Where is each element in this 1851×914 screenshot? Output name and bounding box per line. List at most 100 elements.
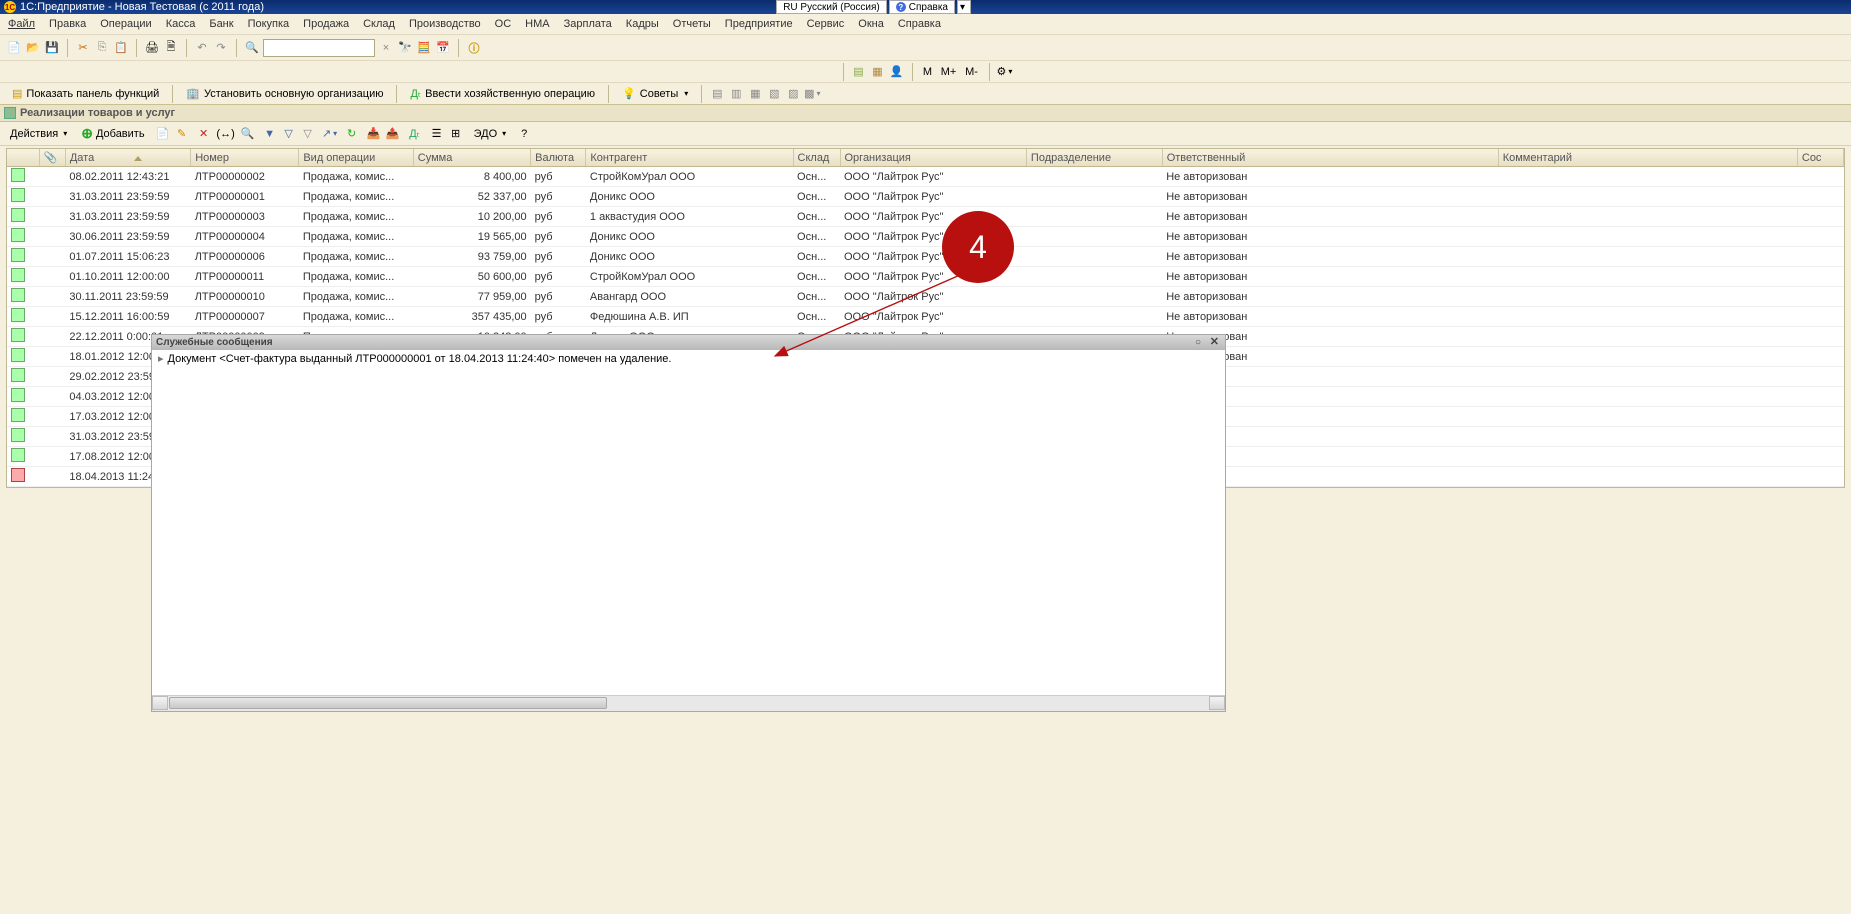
list-icon[interactable]: ▤ — [851, 64, 867, 80]
table-row[interactable]: 31.03.2011 23:59:59ЛТР00000001Продажа, к… — [7, 187, 1844, 207]
table-row[interactable]: 30.11.2011 23:59:59ЛТР00000010Продажа, к… — [7, 287, 1844, 307]
col-operation[interactable]: Вид операции — [299, 149, 413, 167]
copy-icon[interactable]: ⎘ — [94, 40, 110, 56]
lang-button[interactable]: RU Русский (Россия) — [776, 0, 887, 14]
table-row[interactable]: 30.06.2011 23:59:59ЛТР00000004Продажа, к… — [7, 227, 1844, 247]
filter2-icon[interactable]: ▽ — [281, 126, 297, 142]
find-icon[interactable]: 🔍 — [240, 126, 256, 142]
menu-bank[interactable]: Банк — [205, 16, 237, 32]
dtct-icon[interactable]: Дₜ — [407, 126, 423, 142]
table-header[interactable]: 📎 Дата Номер Вид операции Сумма Валюта К… — [7, 149, 1844, 167]
post-icon[interactable]: 📥 — [366, 126, 382, 142]
m-button[interactable]: M — [920, 64, 936, 80]
preview-icon[interactable]: 🗎 — [163, 40, 179, 56]
col-counterparty[interactable]: Контрагент — [586, 149, 793, 167]
edo-button[interactable]: ЭДО▾ — [470, 126, 511, 142]
report6-icon[interactable]: ▩▾ — [804, 86, 820, 102]
menu-purchase[interactable]: Покупка — [244, 16, 294, 32]
messages-titlebar[interactable]: Служебные сообщения ○ ✕ — [152, 335, 1225, 350]
filter-off-icon[interactable]: ▽ — [300, 126, 316, 142]
user-icon[interactable]: 👤 — [889, 64, 905, 80]
menu-salary[interactable]: Зарплата — [560, 16, 616, 32]
messages-body[interactable]: ▸Документ <Счет-фактура выданный ЛТР0000… — [152, 350, 1225, 695]
menu-enterprise[interactable]: Предприятие — [721, 16, 797, 32]
menu-hr[interactable]: Кадры — [622, 16, 663, 32]
related-icon[interactable]: ⊞ — [448, 126, 464, 142]
col-number[interactable]: Номер — [191, 149, 299, 167]
calendar-icon[interactable]: 📅 — [435, 40, 451, 56]
search-binoculars-icon[interactable]: 🔭 — [397, 40, 413, 56]
col-status[interactable]: Сос — [1797, 149, 1843, 167]
goto-icon[interactable]: ↗▾ — [322, 126, 338, 142]
advice-button[interactable]: 💡Советы▾ — [616, 85, 694, 102]
paste-icon[interactable]: 📋 — [113, 40, 129, 56]
col-comment[interactable]: Комментарий — [1498, 149, 1797, 167]
report5-icon[interactable]: ▨ — [785, 86, 801, 102]
messages-scrollbar[interactable] — [152, 695, 1225, 711]
print-icon[interactable]: 🖨 — [144, 40, 160, 56]
menu-operations[interactable]: Операции — [96, 16, 155, 32]
menu-production[interactable]: Производство — [405, 16, 485, 32]
menu-nma[interactable]: НМА — [521, 16, 553, 32]
report3-icon[interactable]: ▦ — [747, 86, 763, 102]
delete-icon[interactable]: ✕ — [196, 126, 212, 142]
pin-icon[interactable]: ○ — [1195, 337, 1205, 347]
col-sum[interactable]: Сумма — [413, 149, 530, 167]
table-row[interactable]: 01.07.2011 15:06:23ЛТР00000006Продажа, к… — [7, 247, 1844, 267]
menu-os[interactable]: ОС — [491, 16, 516, 32]
menu-sale[interactable]: Продажа — [299, 16, 353, 32]
edit-icon[interactable]: ✎ — [174, 126, 190, 142]
save-icon[interactable]: 💾 — [44, 40, 60, 56]
menu-warehouse[interactable]: Склад — [359, 16, 399, 32]
add-button[interactable]: ⊕Добавить — [77, 123, 148, 144]
interval-icon[interactable]: (↔) — [218, 126, 234, 142]
col-warehouse[interactable]: Склад — [793, 149, 840, 167]
col-icon[interactable] — [7, 149, 39, 167]
menu-windows[interactable]: Окна — [854, 16, 888, 32]
menu-service[interactable]: Сервис — [803, 16, 849, 32]
titlebar-dropdown[interactable]: ▾ — [957, 0, 971, 14]
menu-help[interactable]: Справка — [894, 16, 945, 32]
close-icon[interactable]: ✕ — [1206, 335, 1223, 348]
report4-icon[interactable]: ▧ — [766, 86, 782, 102]
report1-icon[interactable]: ▤ — [709, 86, 725, 102]
menu-cash[interactable]: Касса — [162, 16, 200, 32]
search-icon[interactable]: 🔍 — [244, 40, 260, 56]
table-row[interactable]: 01.10.2011 12:00:00ЛТР00000011Продажа, к… — [7, 267, 1844, 287]
m-minus-button[interactable]: M- — [962, 64, 982, 80]
search-input[interactable] — [263, 39, 375, 57]
scroll-thumb[interactable] — [169, 697, 607, 709]
scroll-right-icon[interactable] — [1209, 696, 1225, 710]
col-organization[interactable]: Организация — [840, 149, 1026, 167]
col-division[interactable]: Подразделение — [1026, 149, 1162, 167]
search-clear-icon[interactable]: × — [378, 40, 394, 56]
col-icon2[interactable]: 📎 — [39, 149, 65, 167]
menu-reports[interactable]: Отчеты — [669, 16, 715, 32]
movements-icon[interactable]: ☰ — [429, 126, 445, 142]
help2-icon[interactable]: ? — [516, 126, 532, 142]
m-plus-button[interactable]: M+ — [939, 64, 959, 80]
redo-icon[interactable]: ↷ — [213, 40, 229, 56]
new-icon[interactable]: 📄 — [6, 40, 22, 56]
filter1-icon[interactable]: ▼ — [262, 126, 278, 142]
refresh-icon[interactable]: ↻ — [344, 126, 360, 142]
table-row[interactable]: 15.12.2011 16:00:59ЛТР00000007Продажа, к… — [7, 307, 1844, 327]
actions-button[interactable]: Действия▾ — [6, 126, 71, 142]
calc-icon[interactable]: 🧮 — [416, 40, 432, 56]
col-currency[interactable]: Валюта — [531, 149, 586, 167]
report2-icon[interactable]: ▥ — [728, 86, 744, 102]
grid-icon[interactable]: ▦ — [870, 64, 886, 80]
help-button[interactable]: ?Справка — [889, 0, 955, 14]
col-responsible[interactable]: Ответственный — [1162, 149, 1498, 167]
unpost-icon[interactable]: 📤 — [385, 126, 401, 142]
open-icon[interactable]: 📂 — [25, 40, 41, 56]
cut-icon[interactable]: ✂ — [75, 40, 91, 56]
add-operation-button[interactable]: ДₜВвести хозяйственную операцию — [404, 85, 601, 102]
menu-edit[interactable]: Правка — [45, 16, 90, 32]
menu-file[interactable]: Файл — [4, 16, 39, 32]
copy-row-icon[interactable]: 📄 — [155, 126, 171, 142]
scroll-left-icon[interactable] — [152, 696, 168, 710]
info-icon[interactable]: ⓘ — [466, 40, 482, 56]
set-org-button[interactable]: 🏢Установить основную организацию — [180, 85, 389, 102]
table-row[interactable]: 08.02.2011 12:43:21ЛТР00000002Продажа, к… — [7, 167, 1844, 187]
